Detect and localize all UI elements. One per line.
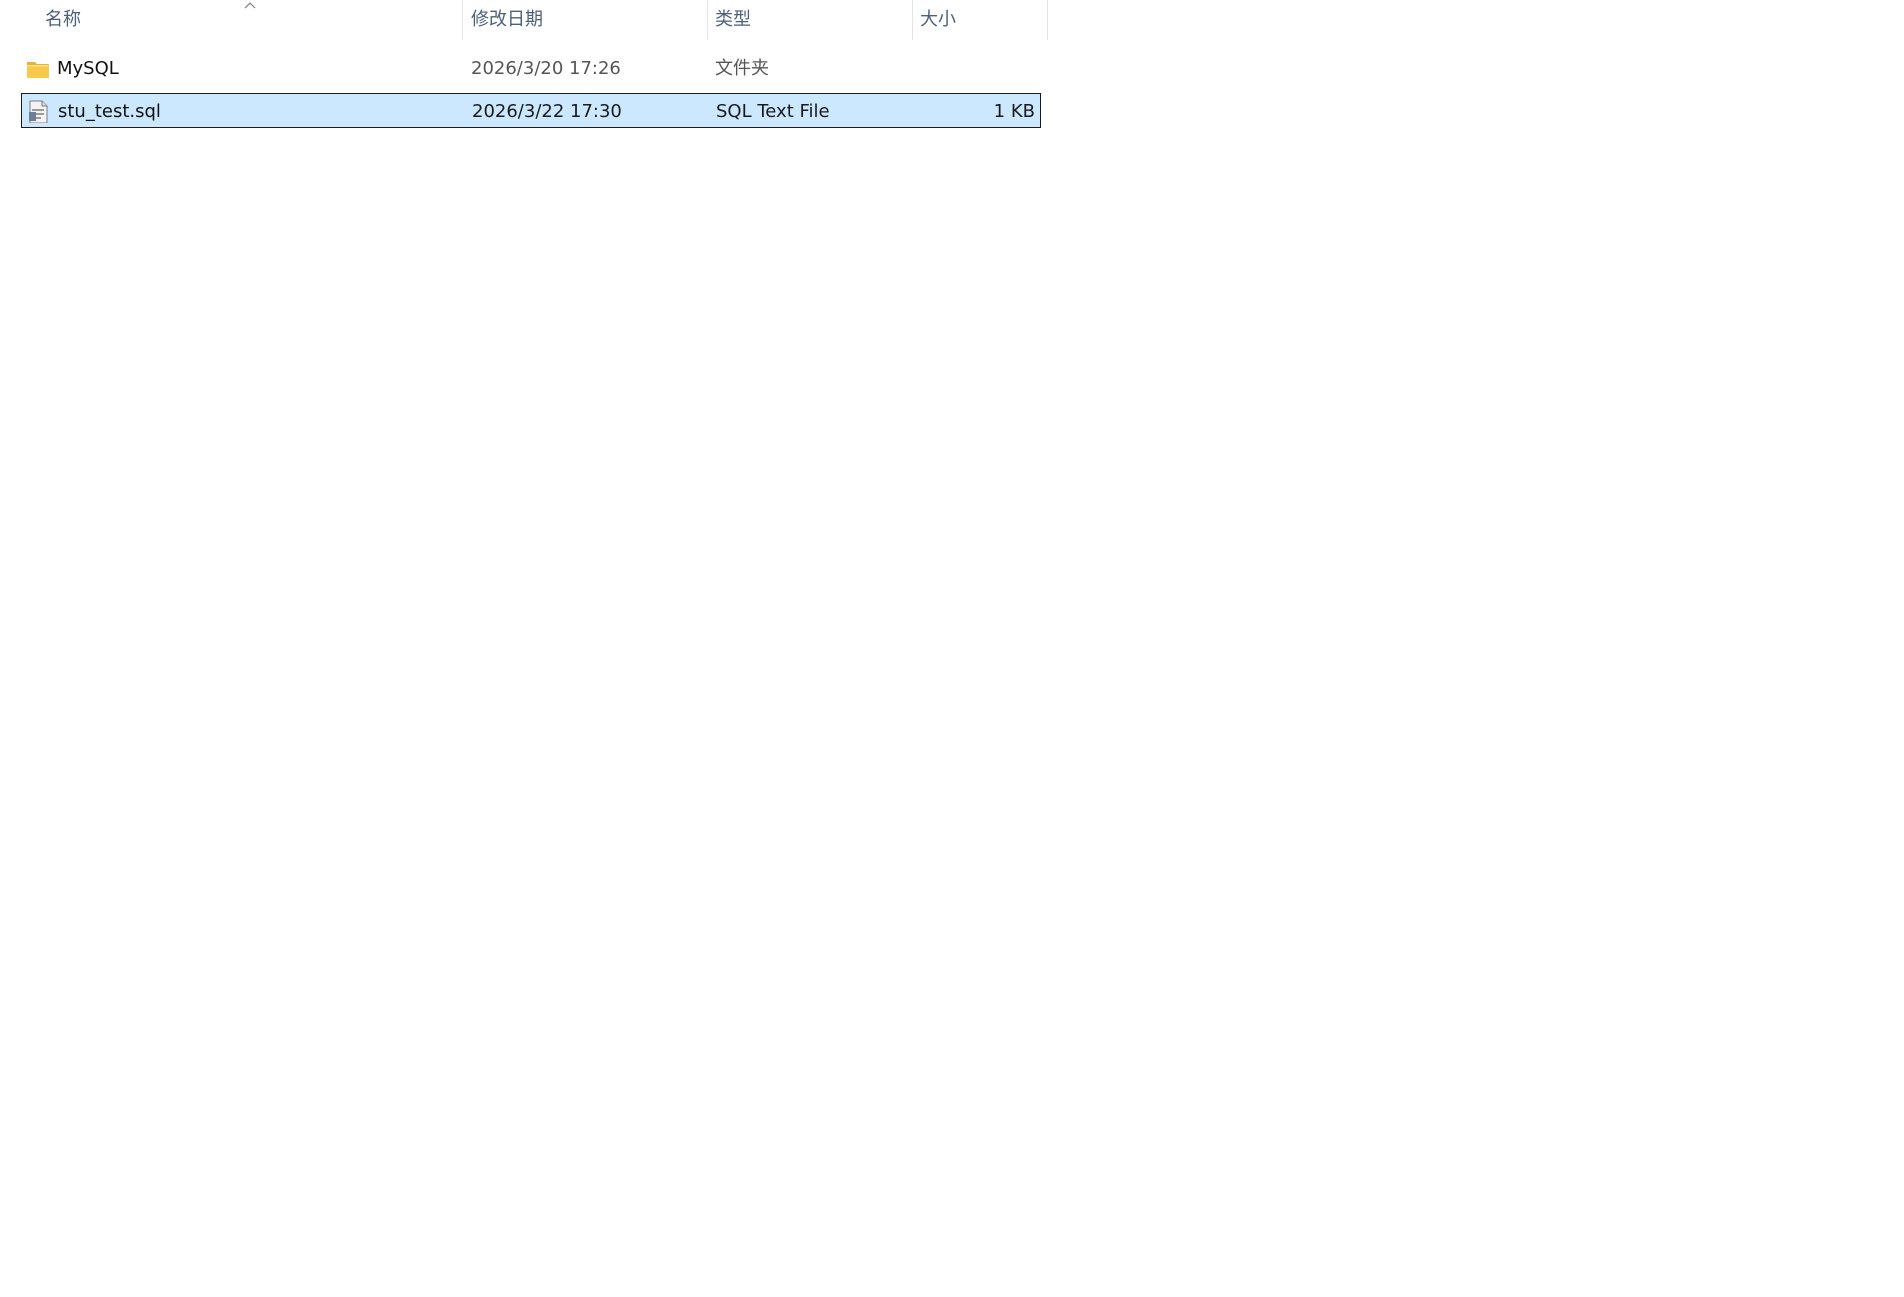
file-list-view: 名称 修改日期 类型 大小 MySQL 2026/3/20 17:26 文件夹 [0, 0, 1904, 1297]
file-type: SQL Text File [716, 101, 830, 122]
column-header-type[interactable]: 类型 [708, 0, 912, 40]
file-type: 文件夹 [715, 58, 769, 79]
file-row-stu-test-sql[interactable]: stu_test.sql 2026/3/22 17:30 SQL Text Fi… [21, 93, 1041, 128]
column-header-date[interactable]: 修改日期 [463, 0, 707, 40]
sql-file-icon [29, 100, 48, 123]
column-header-type-label: 类型 [715, 9, 751, 30]
column-header-date-label: 修改日期 [471, 9, 543, 30]
file-size: 1 KB [993, 101, 1035, 122]
file-date: 2026/3/22 17:30 [472, 101, 622, 122]
folder-icon [27, 62, 49, 78]
file-date: 2026/3/20 17:26 [471, 58, 621, 79]
column-divider[interactable] [1047, 0, 1048, 40]
column-header-name-label: 名称 [45, 9, 81, 30]
file-name: MySQL [57, 58, 119, 79]
column-header-name[interactable]: 名称 [0, 0, 462, 40]
column-header-size[interactable]: 大小 [913, 0, 1047, 40]
file-row-mysql[interactable]: MySQL 2026/3/20 17:26 文件夹 [21, 51, 1041, 86]
sort-ascending-icon [244, 2, 256, 9]
file-name: stu_test.sql [58, 101, 161, 122]
column-header-size-label: 大小 [920, 9, 956, 30]
column-header-bar: 名称 修改日期 类型 大小 [0, 0, 1050, 40]
